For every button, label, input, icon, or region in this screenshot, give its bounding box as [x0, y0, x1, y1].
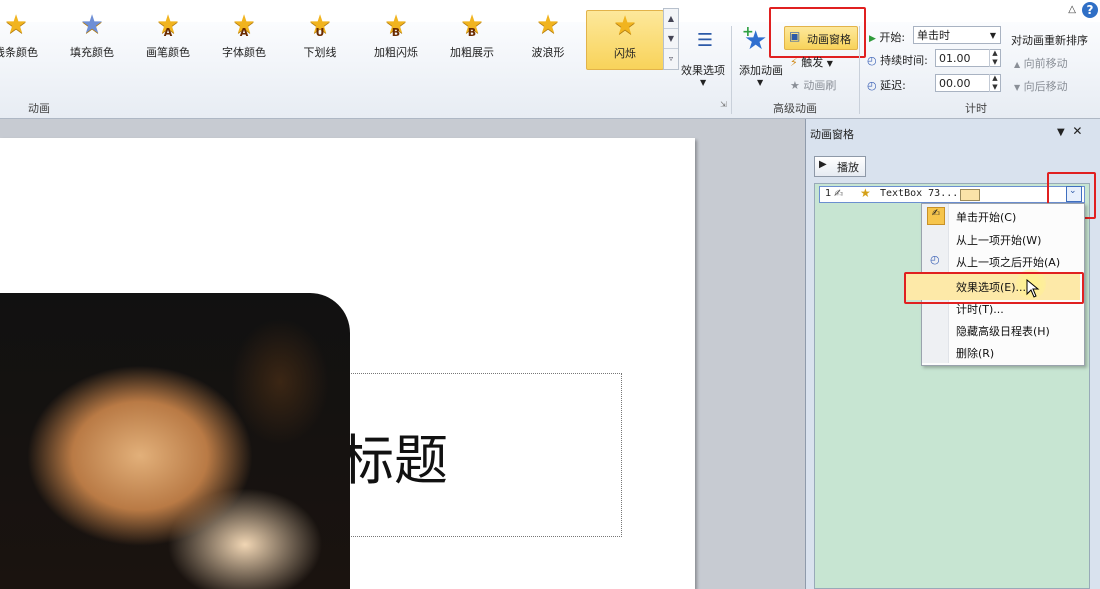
timeline-bar	[960, 189, 980, 201]
group-separator	[731, 26, 732, 114]
delay-icon: ◴	[867, 79, 877, 92]
menu-item-hide-timeline[interactable]: 隐藏高级日程表(H)	[956, 323, 1050, 339]
star-icon: ★	[80, 10, 104, 40]
dialog-launcher-icon[interactable]: ⇲	[720, 100, 727, 109]
collapse-ribbon-icon[interactable]: △	[1068, 4, 1076, 15]
start-label: ▶ 开始:	[869, 31, 906, 44]
duration-label: ◴ 持续时间:	[867, 54, 928, 67]
group-label-timing: 计时	[965, 102, 987, 115]
mouse-pointer-icon	[1026, 279, 1040, 298]
gallery-item-bold-flash[interactable]: ★ B 加粗闪烁	[358, 10, 434, 68]
play-triangle-icon: ▶	[869, 34, 876, 44]
scroll-up-icon[interactable]: ▲	[664, 9, 678, 29]
close-icon: ✕	[1072, 124, 1083, 138]
pane-controls[interactable]: ▼ ✕	[1057, 124, 1082, 138]
slide-title-text[interactable]: 标题	[340, 416, 448, 495]
clock-icon: ◴	[930, 253, 940, 266]
menu-item-on-click[interactable]: 单击开始(C)	[956, 209, 1016, 225]
delay-spinner[interactable]: ▲ ▼	[989, 74, 1000, 92]
gallery-item-wave[interactable]: ★ 波浪形	[510, 10, 586, 68]
menu-item-with-previous[interactable]: 从上一项开始(W)	[956, 232, 1041, 248]
star-icon: ★ U	[308, 10, 332, 40]
highlight-box	[769, 7, 866, 58]
animation-list-item[interactable]: 1 ✍ ★ TextBox 73...	[819, 186, 1085, 203]
pane-menu-icon: ▼	[1057, 127, 1065, 138]
animation-pane-title: 动画窗格	[810, 128, 854, 141]
delay-value: 00.00	[939, 77, 971, 90]
duration-value: 01.00	[939, 52, 971, 65]
gallery-item-underline[interactable]: ★ U 下划线	[282, 10, 358, 68]
effect-options-icon: ☰	[696, 30, 714, 51]
play-button[interactable]: ▶ 播放	[814, 156, 866, 177]
gallery-item-line-color[interactable]: ★ 线条颜色	[0, 10, 54, 68]
scroll-down-icon[interactable]: ▼	[664, 29, 678, 49]
effect-options-button[interactable]: 效果选项	[681, 62, 725, 78]
menu-item-after-previous[interactable]: 从上一项之后开始(A)	[956, 254, 1060, 270]
chevron-down-icon[interactable]: ▼	[990, 27, 996, 45]
gallery-scrollbar[interactable]: ▲ ▼ ▿	[663, 8, 679, 70]
duration-spinner[interactable]: ▲ ▼	[989, 49, 1000, 67]
star-icon: ★	[4, 10, 28, 40]
delay-field[interactable]: 00.00 ▲ ▼	[935, 74, 1001, 92]
gallery-item-font-color[interactable]: ★ A 字体颜色	[206, 10, 282, 68]
duration-field[interactable]: 01.00 ▲ ▼	[935, 49, 1001, 67]
menu-item-effect-options[interactable]: 效果选项(E)...	[956, 279, 1026, 295]
gallery-item-pen-color[interactable]: ★ A 画笔颜色	[130, 10, 206, 68]
star-icon: ★	[536, 10, 560, 40]
item-name: TextBox 73...	[880, 188, 959, 199]
plus-icon: +	[742, 24, 754, 40]
cat-photo[interactable]	[0, 293, 350, 589]
trigger-button[interactable]: ⚡ 触发 ▼	[790, 54, 833, 70]
play-label: 播放	[837, 161, 859, 174]
group-label-animation: 动画	[28, 102, 50, 115]
painter-icon: ★	[790, 79, 800, 92]
move-earlier-button[interactable]: ▲ 向前移动	[1014, 55, 1068, 71]
animation-painter-button[interactable]: ★ 动画刷	[790, 77, 836, 93]
trigger-icon: ⚡	[790, 56, 798, 69]
group-separator	[859, 26, 860, 114]
gallery-more-icon[interactable]: ▿	[664, 49, 678, 68]
chevron-down-icon[interactable]: ▼	[700, 78, 706, 87]
star-icon: ★ A	[156, 10, 180, 40]
star-effect-icon: ★	[860, 186, 871, 200]
play-icon: ▶	[819, 159, 827, 170]
triangle-up-icon: ▲	[1014, 60, 1021, 69]
mouse-click-icon: ✍	[927, 207, 945, 225]
gallery-label: 闪烁	[614, 47, 636, 60]
start-dropdown[interactable]: 单击时 ▼	[913, 26, 1001, 44]
star-icon: ★ A	[232, 10, 256, 40]
mouse-click-icon: ✍	[834, 187, 844, 200]
menu-item-delete[interactable]: 删除(R)	[956, 345, 994, 361]
gallery-item-fill-color[interactable]: ★ 填充颜色	[54, 10, 130, 68]
star-icon: ★	[613, 11, 637, 41]
gallery-label: 填充颜色	[70, 46, 114, 59]
move-later-button[interactable]: ▼ 向后移动	[1014, 78, 1068, 94]
triangle-down-icon: ▼	[1014, 83, 1021, 92]
add-animation-button[interactable]: 添加动画	[739, 62, 783, 78]
star-icon: ★ B	[460, 10, 484, 40]
delay-label: ◴ 延迟:	[867, 79, 906, 92]
help-icon[interactable]: ?	[1082, 2, 1098, 18]
reorder-title: 对动画重新排序	[1011, 34, 1088, 47]
start-value: 单击时	[917, 29, 950, 42]
star-icon: ★ B	[384, 10, 408, 40]
gallery-label: 波浪形	[531, 46, 565, 59]
chevron-down-icon[interactable]: ▼	[757, 78, 763, 87]
menu-item-timing[interactable]: 计时(T)...	[956, 301, 1004, 317]
clock-icon: ◴	[867, 54, 877, 67]
group-label-advanced: 高级动画	[773, 102, 817, 115]
item-number: 1	[825, 188, 832, 199]
gallery-item-flicker[interactable]: ★ 闪烁	[586, 10, 664, 70]
gallery-label: 线条颜色	[0, 46, 38, 59]
gallery-item-bold-reveal[interactable]: ★ B 加粗展示	[434, 10, 510, 68]
